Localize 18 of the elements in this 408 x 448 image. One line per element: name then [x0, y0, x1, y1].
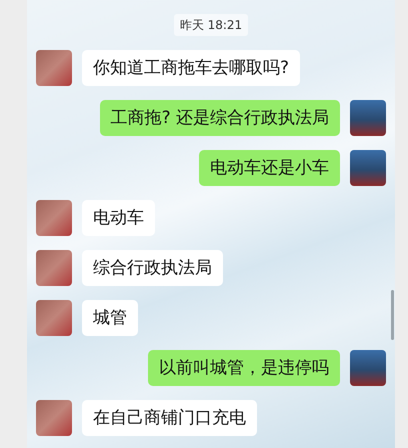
avatar-placeholder[interactable] — [350, 150, 386, 186]
avatar-placeholder[interactable] — [36, 300, 72, 336]
message-bubble: 工商拖? 还是综合行政执法局 — [100, 100, 340, 136]
avatar-placeholder[interactable] — [36, 250, 72, 286]
timestamp: 昨天 18:21 — [174, 14, 248, 36]
avatar-placeholder[interactable] — [350, 350, 386, 386]
avatar-placeholder[interactable] — [36, 400, 72, 436]
message-bubble: 你知道工商拖车去哪取吗? — [82, 50, 300, 86]
message-bubble: 综合行政执法局 — [82, 250, 223, 286]
message-bubble: 以前叫城管，是违停吗 — [148, 350, 340, 386]
message-bubble: 电动车还是小车 — [199, 150, 340, 186]
avatar-placeholder[interactable] — [350, 100, 386, 136]
message-bubble: 城管 — [82, 300, 138, 336]
message-bubble: 电动车 — [82, 200, 155, 236]
avatar-placeholder[interactable] — [36, 200, 72, 236]
avatar-placeholder[interactable] — [36, 50, 72, 86]
scrollbar[interactable] — [391, 290, 394, 340]
message-bubble: 在自己商铺门口充电 — [82, 400, 257, 436]
